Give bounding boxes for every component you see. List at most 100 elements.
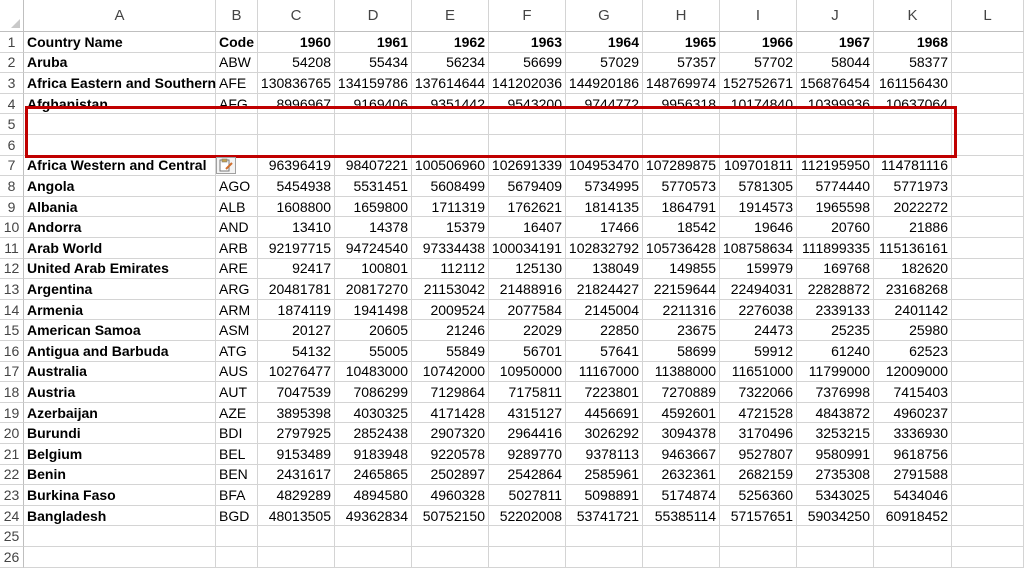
row-header-16[interactable]: 16: [0, 341, 24, 362]
header-cell-year[interactable]: 1966: [720, 32, 797, 53]
cell-value[interactable]: 159979: [720, 258, 797, 280]
cell-value[interactable]: 2145004: [566, 299, 643, 321]
cell-value[interactable]: 3026292: [566, 423, 643, 444]
cell-value[interactable]: 25235: [797, 320, 874, 341]
cell-value[interactable]: [258, 526, 335, 547]
cell-country-name[interactable]: Antigua and Barbuda: [24, 341, 216, 362]
cell-value[interactable]: 149855: [643, 258, 720, 280]
cell-value[interactable]: 21488916: [489, 279, 566, 300]
cell-value[interactable]: 2276038: [720, 299, 797, 321]
row-header-25[interactable]: 25: [0, 526, 24, 547]
cell-country-code[interactable]: [216, 526, 258, 547]
cell-value[interactable]: 100801: [335, 258, 412, 280]
cell-value[interactable]: 15379: [412, 217, 489, 238]
cell-value[interactable]: 52202008: [489, 505, 566, 527]
cell-value[interactable]: 22850: [566, 320, 643, 341]
cell-value[interactable]: 2797925: [258, 423, 335, 444]
cell-value[interactable]: 11388000: [643, 361, 720, 383]
cell-value[interactable]: 2211316: [643, 299, 720, 321]
cell-value[interactable]: 2682159: [720, 464, 797, 486]
cell-empty[interactable]: [952, 505, 1024, 527]
cell-value[interactable]: 22159644: [643, 279, 720, 300]
cell-value[interactable]: 9527807: [720, 444, 797, 465]
cell-empty[interactable]: [952, 176, 1024, 197]
row-header-6[interactable]: 6: [0, 135, 24, 156]
row-header-13[interactable]: 13: [0, 279, 24, 300]
cell-country-code[interactable]: AGO: [216, 176, 258, 197]
select-all-corner[interactable]: [0, 0, 24, 32]
cell-value[interactable]: 138049: [566, 258, 643, 280]
cell-value[interactable]: 5774440: [797, 176, 874, 197]
cell-empty[interactable]: [952, 444, 1024, 465]
cell-value[interactable]: 7086299: [335, 382, 412, 403]
cell-value[interactable]: 2465865: [335, 464, 412, 486]
row-header-7[interactable]: 7: [0, 155, 24, 177]
cell-value[interactable]: 4721528: [720, 402, 797, 424]
cell-value[interactable]: 5256360: [720, 485, 797, 506]
cell-empty[interactable]: [952, 299, 1024, 321]
cell-value[interactable]: 4829289: [258, 485, 335, 506]
cell-value[interactable]: 9618756: [874, 444, 952, 465]
cell-value[interactable]: 4894580: [335, 485, 412, 506]
cell-value[interactable]: 13410: [258, 217, 335, 238]
cell-country-name[interactable]: Belgium: [24, 444, 216, 465]
cell-value[interactable]: 112112: [412, 258, 489, 280]
cell-value[interactable]: 57702: [720, 52, 797, 74]
cell-empty[interactable]: [952, 238, 1024, 259]
cell-value[interactable]: 94724540: [335, 238, 412, 259]
header-cell-country-name[interactable]: Country Name: [24, 32, 216, 53]
cell-value[interactable]: 9153489: [258, 444, 335, 465]
cell-empty[interactable]: [952, 155, 1024, 177]
cell-value[interactable]: 62523: [874, 341, 952, 362]
cell-value[interactable]: 1864791: [643, 196, 720, 218]
cell-value[interactable]: 4315127: [489, 402, 566, 424]
column-header-j[interactable]: J: [797, 0, 874, 32]
cell-value[interactable]: 2077584: [489, 299, 566, 321]
cell-value[interactable]: 100034191: [489, 238, 566, 259]
row-header-19[interactable]: 19: [0, 402, 24, 424]
cell-value[interactable]: 57157651: [720, 505, 797, 527]
cell-value[interactable]: 7175811: [489, 382, 566, 403]
cell-value[interactable]: 102691339: [489, 155, 566, 177]
cell-value[interactable]: 14378: [335, 217, 412, 238]
cell-value[interactable]: 55005: [335, 341, 412, 362]
column-header-i[interactable]: I: [720, 0, 797, 32]
row-header-5[interactable]: 5: [0, 114, 24, 135]
cell-value[interactable]: 137614644: [412, 73, 489, 94]
row-header-14[interactable]: 14: [0, 299, 24, 321]
cell-value[interactable]: 161156430: [874, 73, 952, 94]
cell-country-code[interactable]: ARM: [216, 299, 258, 321]
cell-value[interactable]: 2542864: [489, 464, 566, 486]
cell-value[interactable]: 22828872: [797, 279, 874, 300]
header-cell-year[interactable]: 1967: [797, 32, 874, 53]
cell-empty[interactable]: [952, 341, 1024, 362]
cell-value[interactable]: 182620: [874, 258, 952, 280]
cell-value[interactable]: [643, 526, 720, 547]
row-header-4[interactable]: 4: [0, 93, 24, 115]
cell-value[interactable]: 104953470: [566, 155, 643, 177]
cell-value[interactable]: 22494031: [720, 279, 797, 300]
cell-value[interactable]: 55385114: [643, 505, 720, 527]
cell-value[interactable]: 24473: [720, 320, 797, 341]
cell-empty[interactable]: [952, 217, 1024, 238]
cell-country-code[interactable]: BDI: [216, 423, 258, 444]
column-header-k[interactable]: K: [874, 0, 952, 32]
cell-value[interactable]: 5531451: [335, 176, 412, 197]
cell-value[interactable]: 21246: [412, 320, 489, 341]
cell-value[interactable]: 10742000: [412, 361, 489, 383]
cell-value[interactable]: 2022272: [874, 196, 952, 218]
cell-value[interactable]: 1965598: [797, 196, 874, 218]
row-header-10[interactable]: 10: [0, 217, 24, 238]
row-header-21[interactable]: 21: [0, 444, 24, 465]
cell-country-code[interactable]: ARG: [216, 279, 258, 300]
cell-country-code[interactable]: ARB: [216, 238, 258, 259]
header-cell-year[interactable]: 1965: [643, 32, 720, 53]
cell-value[interactable]: 134159786: [335, 73, 412, 94]
column-header-e[interactable]: E: [412, 0, 489, 32]
row-header-11[interactable]: 11: [0, 238, 24, 259]
cell-value[interactable]: [874, 526, 952, 547]
cell-country-code[interactable]: AZE: [216, 402, 258, 424]
cell-country-code[interactable]: ATG: [216, 341, 258, 362]
cell-country-name[interactable]: United Arab Emirates: [24, 258, 216, 280]
cell-value[interactable]: 53741721: [566, 505, 643, 527]
